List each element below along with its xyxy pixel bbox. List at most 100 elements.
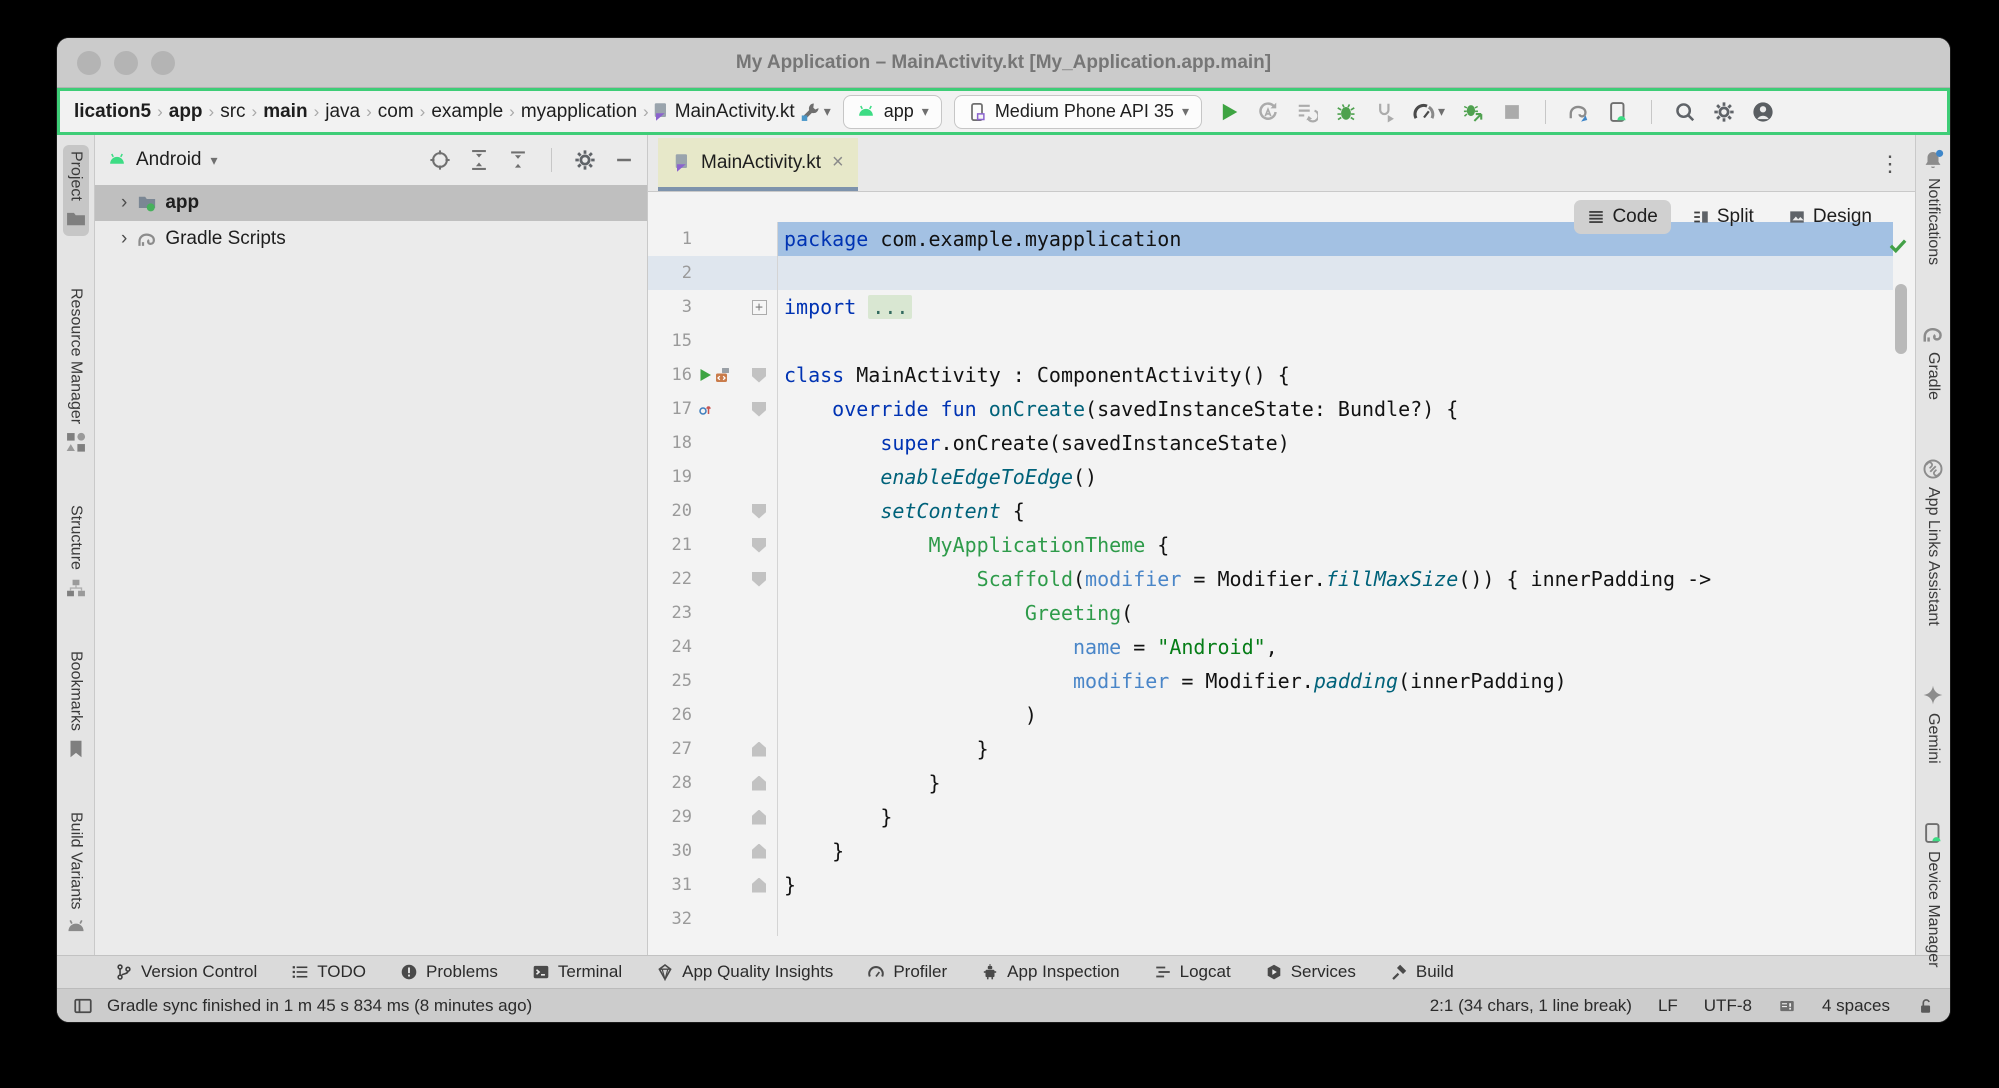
- profile-debuggable-button[interactable]: [1462, 101, 1484, 123]
- crosshair-icon[interactable]: [429, 149, 451, 171]
- code-line-19[interactable]: 19 enableEdgeToEdge(): [648, 460, 1893, 494]
- code-line-22[interactable]: 22 Scaffold(modifier = Modifier.fillMaxS…: [648, 562, 1893, 596]
- run-config-chooser[interactable]: app ▾: [843, 95, 942, 129]
- search-everywhere-button[interactable]: [1674, 101, 1696, 123]
- code-text[interactable]: }: [778, 800, 1893, 834]
- apply-changes-button[interactable]: [1257, 101, 1279, 123]
- tree-item-app[interactable]: › app: [95, 185, 647, 221]
- tool-window-todo[interactable]: TODO: [291, 962, 366, 982]
- code-line-21[interactable]: 21 MyApplicationTheme {: [648, 528, 1893, 562]
- code-text[interactable]: Scaffold(modifier = Modifier.fillMaxSize…: [778, 562, 1893, 596]
- breadcrumb-app[interactable]: app: [165, 101, 207, 123]
- profiler-button[interactable]: ▾: [1413, 101, 1445, 123]
- code-text[interactable]: super.onCreate(savedInstanceState): [778, 426, 1893, 460]
- code-line-30[interactable]: 30 }: [648, 834, 1893, 868]
- code-text[interactable]: name = "Android",: [778, 630, 1893, 664]
- code-line-28[interactable]: 28 }: [648, 766, 1893, 800]
- code-line-15[interactable]: 15: [648, 324, 1893, 358]
- breadcrumb-myapplication[interactable]: myapplication: [517, 101, 641, 123]
- breadcrumb-lication5[interactable]: lication5: [70, 101, 155, 123]
- code-area[interactable]: 1 package com.example.myapplication 2 3 …: [648, 222, 1893, 936]
- fold-collapse-icon[interactable]: [752, 572, 766, 587]
- notifications-banner[interactable]: [1778, 997, 1796, 1015]
- code-text[interactable]: }: [778, 732, 1893, 766]
- code-line-32[interactable]: 32: [648, 902, 1893, 936]
- tool-window-panel-icon[interactable]: [73, 996, 93, 1016]
- tool-strip-notifications[interactable]: Notifications: [1922, 149, 1944, 265]
- code-text[interactable]: import ...: [778, 290, 1893, 324]
- code-line-31[interactable]: 31 }: [648, 868, 1893, 902]
- code-text[interactable]: [778, 324, 1893, 358]
- tree-item-gradle-scripts[interactable]: › Gradle Scripts: [95, 221, 647, 257]
- fold-end-icon[interactable]: [752, 810, 766, 825]
- override-icon[interactable]: [697, 401, 713, 417]
- code-text[interactable]: MyApplicationTheme {: [778, 528, 1893, 562]
- device-manager-button[interactable]: [1607, 101, 1629, 123]
- build-tools-button[interactable]: ▾: [799, 101, 831, 123]
- fold-end-icon[interactable]: [752, 742, 766, 757]
- gear-icon[interactable]: [574, 149, 596, 171]
- apply-code-changes-button[interactable]: [1296, 101, 1318, 123]
- code-line-3[interactable]: 3 + import ...: [648, 290, 1893, 324]
- encoding[interactable]: UTF-8: [1704, 996, 1752, 1016]
- breadcrumb-src[interactable]: src: [216, 101, 249, 123]
- indent[interactable]: 4 spaces: [1822, 996, 1890, 1016]
- close-button[interactable]: [77, 51, 101, 75]
- tool-strip-structure[interactable]: Structure: [65, 505, 87, 599]
- device-chooser[interactable]: Medium Phone API 35 ▾: [954, 95, 1202, 129]
- view-mode-design[interactable]: Design: [1775, 200, 1885, 234]
- fold-end-icon[interactable]: [752, 776, 766, 791]
- code-line-18[interactable]: 18 super.onCreate(savedInstanceState): [648, 426, 1893, 460]
- code-text[interactable]: [778, 902, 1893, 936]
- read-write-lock[interactable]: [1916, 997, 1934, 1015]
- code-line-23[interactable]: 23 Greeting(: [648, 596, 1893, 630]
- expand-icon[interactable]: [468, 149, 490, 171]
- code-text[interactable]: }: [778, 834, 1893, 868]
- fold-collapse-icon[interactable]: [752, 368, 766, 383]
- code-line-29[interactable]: 29 }: [648, 800, 1893, 834]
- tool-strip-app-links-assistant[interactable]: App Links Assistant: [1922, 458, 1944, 626]
- run-button[interactable]: [1218, 101, 1240, 123]
- code-text[interactable]: class MainActivity : ComponentActivity()…: [778, 358, 1893, 392]
- view-mode-code[interactable]: Code: [1574, 200, 1670, 234]
- tab-mainactivity[interactable]: MainActivity.kt ×: [658, 138, 858, 191]
- tool-strip-resource-manager[interactable]: Resource Manager: [65, 288, 87, 453]
- fold-collapse-icon[interactable]: [752, 538, 766, 553]
- breadcrumb-com[interactable]: com: [374, 101, 418, 123]
- tool-strip-bookmarks[interactable]: Bookmarks: [65, 651, 87, 760]
- fold-collapse-icon[interactable]: [752, 402, 766, 417]
- more-options-icon[interactable]: ⋮: [1879, 151, 1915, 177]
- code-text[interactable]: }: [778, 766, 1893, 800]
- tool-window-terminal[interactable]: Terminal: [532, 962, 622, 982]
- project-view-mode[interactable]: Android: [136, 149, 202, 171]
- run-gutter-icon[interactable]: [697, 367, 713, 383]
- fold-end-icon[interactable]: [752, 878, 766, 893]
- tool-window-app-inspection[interactable]: App Inspection: [981, 962, 1119, 982]
- tool-window-logcat[interactable]: Logcat: [1154, 962, 1231, 982]
- tool-window-build[interactable]: Build: [1390, 962, 1454, 982]
- chevron-down-icon[interactable]: ▾: [211, 152, 218, 169]
- account-button[interactable]: [1752, 101, 1774, 123]
- sync-gradle-button[interactable]: [1568, 101, 1590, 123]
- breadcrumb-java[interactable]: java: [321, 101, 364, 123]
- breadcrumb-mainactivity-kt[interactable]: MainActivity.kt: [671, 101, 799, 123]
- zoom-button[interactable]: [151, 51, 175, 75]
- code-line-16[interactable]: 16 class MainActivity : ComponentActivit…: [648, 358, 1893, 392]
- fold-expand-icon[interactable]: +: [752, 300, 767, 315]
- inspections-ok-icon[interactable]: [1887, 234, 1909, 256]
- tool-strip-gemini[interactable]: Gemini: [1922, 684, 1944, 764]
- close-icon[interactable]: ×: [832, 151, 844, 174]
- code-text[interactable]: setContent {: [778, 494, 1893, 528]
- editor-scrollbar[interactable]: [1895, 284, 1907, 354]
- code-line-17[interactable]: 17 override fun onCreate(savedInstanceSt…: [648, 392, 1893, 426]
- settings-button[interactable]: [1713, 101, 1735, 123]
- chevron-right-icon[interactable]: ›: [121, 192, 127, 214]
- fold-end-icon[interactable]: [752, 844, 766, 859]
- code-text[interactable]: }: [778, 868, 1893, 902]
- code-line-24[interactable]: 24 name = "Android",: [648, 630, 1893, 664]
- code-line-26[interactable]: 26 ): [648, 698, 1893, 732]
- compose-icon[interactable]: [715, 367, 731, 383]
- code-line-27[interactable]: 27 }: [648, 732, 1893, 766]
- tool-window-app-quality-insights[interactable]: App Quality Insights: [656, 962, 833, 982]
- code-text[interactable]: modifier = Modifier.padding(innerPadding…: [778, 664, 1893, 698]
